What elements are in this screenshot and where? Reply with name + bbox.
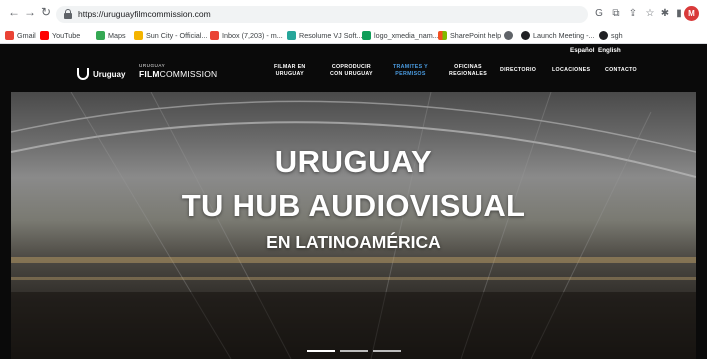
slider-indicator-2[interactable] [339,350,368,352]
bookmarks-bar: Gmail YouTube Maps Sun City - Official..… [0,27,707,44]
hero-subtitle: EN LATINOAMÉRICA [266,232,441,252]
google-lens-icon[interactable]: G [592,7,606,21]
reload-icon[interactable]: ↻ [38,4,54,20]
nav-directorio[interactable]: DIRECTORIO [500,67,536,74]
lock-icon [64,9,72,19]
nav-locaciones[interactable]: LOCACIONES [552,67,590,74]
nav-oficinas-regionales[interactable]: OFICINAS REGIONALES [449,64,487,78]
bookmark-maps[interactable]: Maps [96,29,126,42]
youtube-icon [40,31,49,40]
slider-indicator-1[interactable] [306,350,335,352]
drive-icon [362,31,371,40]
browser-toolbar: ← → ↻ https://uruguayfilmcommission.com … [0,0,707,27]
url-text: https://uruguayfilmcommission.com [78,9,211,19]
globe-icon [599,31,608,40]
website: Español English Uruguay URUGUAY FILMCOMM… [0,44,707,359]
nav-coproducir-con-uruguay[interactable]: COPRODUCIR CON URUGUAY [330,64,373,78]
maps-icon [96,31,105,40]
nav-filmar-en-uruguay[interactable]: FILMAR EN URUGUAY [274,64,306,78]
nav-tramites-y-permisos[interactable]: TRAMITES Y PERMISOS [393,64,428,78]
hero-banner: URUGUAY TU HUB AUDIOVISUAL EN LATINOAMÉR… [11,92,696,359]
language-bar: Español English [0,44,707,58]
hero-title-line-1: URUGUAY [274,144,433,179]
hero-background-image [11,92,696,359]
resolume-icon [287,31,296,40]
bookmark-resolume[interactable]: Resolume VJ Soft... [287,29,363,42]
translate-icon[interactable]: ⧉ [609,7,623,21]
bookmark-logo-xmedia[interactable]: logo_xmedia_nam... [362,29,439,42]
microsoft-icon [438,31,447,40]
language-english-link[interactable]: English [598,47,621,54]
bookmark-star-icon[interactable]: ☆ [643,7,657,21]
gmail-icon [210,31,219,40]
suncity-icon [134,31,143,40]
bookmark-gmail[interactable]: Gmail [5,29,36,42]
uruguay-logo[interactable]: Uruguay [77,67,125,81]
bookmark-sharepoint[interactable]: SharePoint help [438,29,501,42]
profile-avatar[interactable]: M [684,6,699,21]
share-icon[interactable]: ⇪ [626,7,640,21]
extensions-puzzle-icon[interactable]: ✱ [658,7,672,21]
bookmark-launch-meeting[interactable]: Launch Meeting -... [521,29,595,42]
address-bar[interactable]: https://uruguayfilmcommission.com [56,6,588,23]
globe-icon [521,31,530,40]
nav-contacto[interactable]: CONTACTO [605,67,637,74]
bookmark-sgh[interactable]: sgh [599,29,623,42]
film-commission-logo[interactable]: URUGUAY FILMCOMMISSION [139,63,217,79]
uruguay-brand-icon [77,68,89,80]
slider-indicator-3[interactable] [372,350,401,352]
slider-indicators [11,350,696,354]
hero-title-line-2: TU HUB AUDIOVISUAL [181,188,526,223]
forward-arrow-icon[interactable]: → [22,4,38,20]
back-arrow-icon[interactable]: ← [6,4,22,20]
bookmark-settings[interactable] [504,29,516,42]
gmail-icon [5,31,14,40]
bookmark-suncity[interactable]: Sun City - Official... [134,29,207,42]
language-spanish-link[interactable]: Español [570,47,595,54]
bookmark-youtube[interactable]: YouTube [40,29,80,42]
gear-icon [504,31,513,40]
site-header: Uruguay URUGUAY FILMCOMMISSION FILMAR EN… [0,58,707,92]
bookmark-inbox[interactable]: Inbox (7,203) - m... [210,29,283,42]
